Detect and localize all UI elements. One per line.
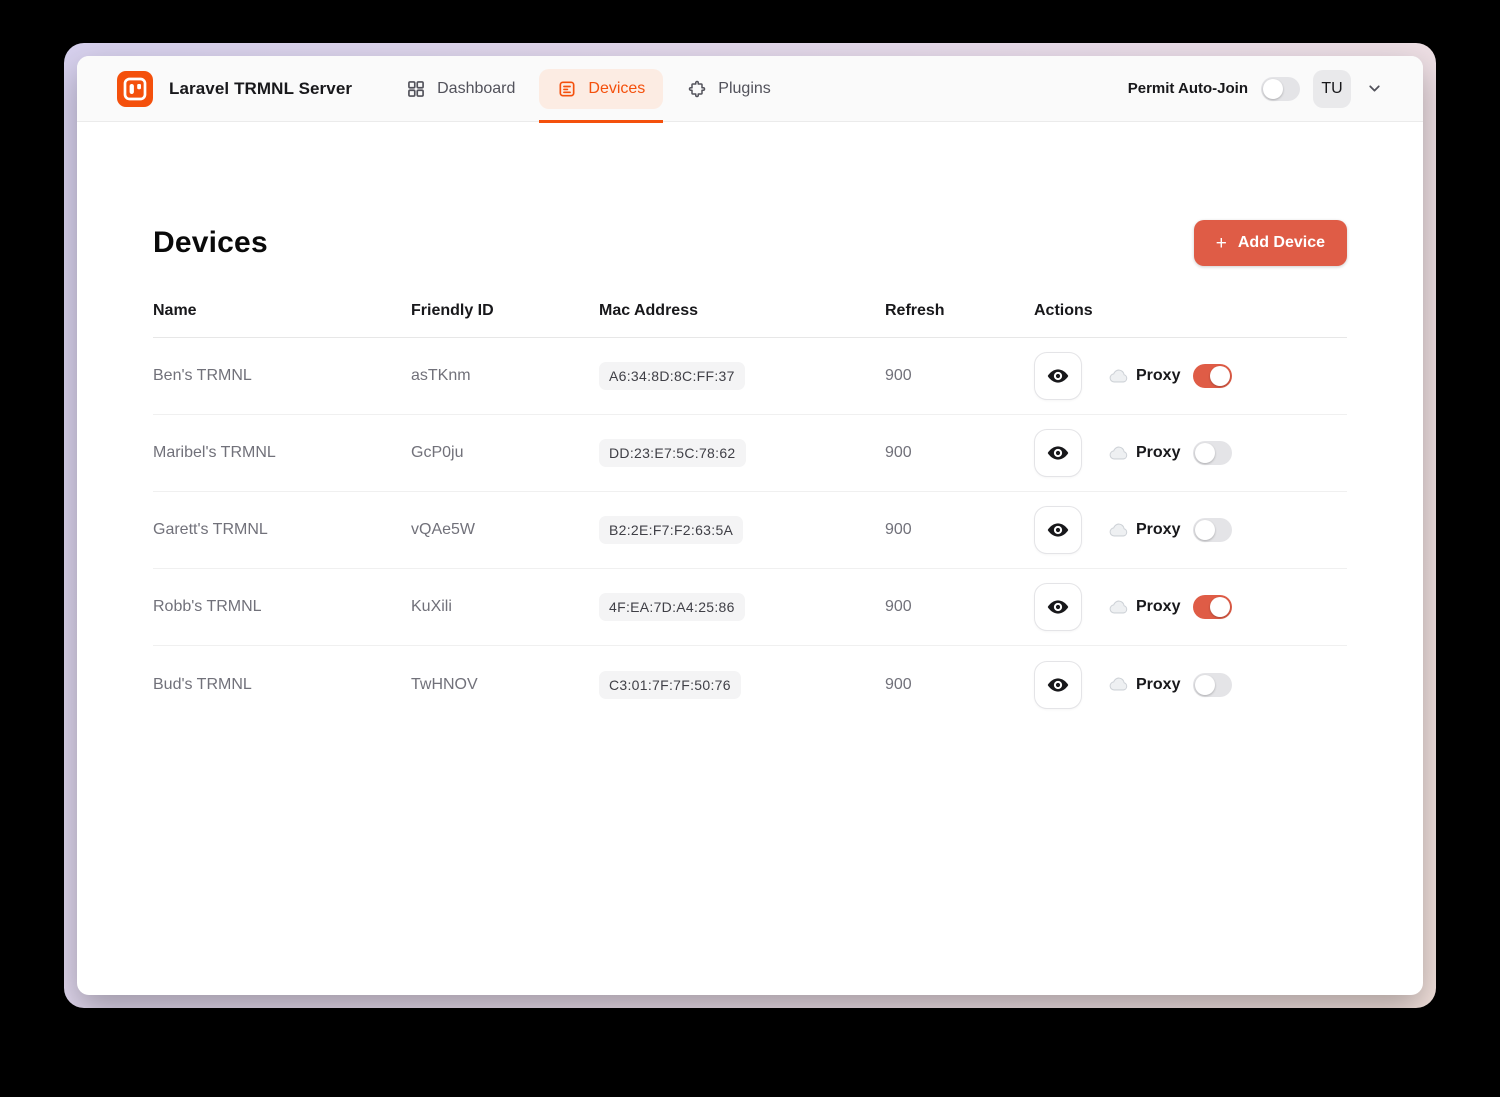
cloud-icon xyxy=(1108,443,1129,464)
cloud-icon xyxy=(1108,520,1129,541)
view-device-button[interactable] xyxy=(1034,429,1082,477)
device-friendly-id: GcP0ju xyxy=(411,444,599,462)
plugins-puzzle-icon xyxy=(687,79,707,99)
permit-auto-join-toggle[interactable] xyxy=(1261,77,1300,101)
cloud-icon xyxy=(1108,597,1129,618)
page-header: Devices + Add Device xyxy=(153,220,1347,266)
device-refresh: 900 xyxy=(885,367,1034,385)
proxy-toggle[interactable] xyxy=(1193,595,1232,619)
mac-address-badge: 4F:EA:7D:A4:25:86 xyxy=(599,593,745,621)
proxy-label: Proxy xyxy=(1136,444,1180,462)
eye-icon xyxy=(1047,442,1069,464)
devices-list-icon xyxy=(557,79,577,99)
device-name: Robb's TRMNL xyxy=(153,598,411,616)
tab-dashboard[interactable]: Dashboard xyxy=(388,56,533,122)
eye-icon xyxy=(1047,365,1069,387)
col-header-friendly-id: Friendly ID xyxy=(411,302,599,320)
tab-dashboard-label: Dashboard xyxy=(437,80,515,98)
top-right-cluster: Permit Auto-Join TU xyxy=(1128,70,1383,108)
mac-address-badge: DD:23:E7:5C:78:62 xyxy=(599,439,746,467)
cloud-icon xyxy=(1108,674,1129,695)
tab-devices-label: Devices xyxy=(588,80,645,98)
view-device-button[interactable] xyxy=(1034,583,1082,631)
device-refresh: 900 xyxy=(885,676,1034,694)
permit-auto-join-label: Permit Auto-Join xyxy=(1128,80,1248,97)
devices-table: Name Friendly ID Mac Address Refresh Act… xyxy=(153,302,1347,723)
proxy-toggle[interactable] xyxy=(1193,518,1232,542)
device-refresh: 900 xyxy=(885,521,1034,539)
eye-icon xyxy=(1047,519,1069,541)
main-nav: Dashboard Devices xyxy=(388,56,789,122)
main-content: Devices + Add Device Name Friendly ID Ma… xyxy=(77,122,1423,995)
device-name: Ben's TRMNL xyxy=(153,367,411,385)
table-header-row: Name Friendly ID Mac Address Refresh Act… xyxy=(153,302,1347,338)
user-avatar[interactable]: TU xyxy=(1313,70,1351,108)
proxy-toggle[interactable] xyxy=(1193,364,1232,388)
col-header-refresh: Refresh xyxy=(885,302,1034,320)
tab-plugins[interactable]: Plugins xyxy=(669,56,788,122)
brand: Laravel TRMNL Server xyxy=(117,71,352,107)
device-refresh: 900 xyxy=(885,598,1034,616)
mac-address-badge: C3:01:7F:7F:50:76 xyxy=(599,671,741,699)
add-device-label: Add Device xyxy=(1238,234,1325,252)
device-friendly-id: TwHNOV xyxy=(411,676,599,694)
table-row: Ben's TRMNL asTKnm A6:34:8D:8C:FF:37 900… xyxy=(153,338,1347,415)
view-device-button[interactable] xyxy=(1034,661,1082,709)
proxy-label: Proxy xyxy=(1136,598,1180,616)
page-title: Devices xyxy=(153,226,268,260)
window-frame: Laravel TRMNL Server Dashboard xyxy=(64,43,1436,1008)
top-bar: Laravel TRMNL Server Dashboard xyxy=(77,56,1423,122)
proxy-label: Proxy xyxy=(1136,676,1180,694)
mac-address-badge: A6:34:8D:8C:FF:37 xyxy=(599,362,745,390)
app-window: Laravel TRMNL Server Dashboard xyxy=(77,56,1423,995)
user-menu-chevron[interactable] xyxy=(1366,80,1383,97)
proxy-label: Proxy xyxy=(1136,367,1180,385)
add-device-button[interactable]: + Add Device xyxy=(1194,220,1347,266)
mac-address-badge: B2:2E:F7:F2:63:5A xyxy=(599,516,743,544)
proxy-label: Proxy xyxy=(1136,521,1180,539)
device-name: Maribel's TRMNL xyxy=(153,444,411,462)
trmnl-logo-icon xyxy=(117,71,153,107)
col-header-mac-address: Mac Address xyxy=(599,302,885,320)
tab-devices[interactable]: Devices xyxy=(539,56,663,122)
device-name: Garett's TRMNL xyxy=(153,521,411,539)
view-device-button[interactable] xyxy=(1034,506,1082,554)
proxy-toggle[interactable] xyxy=(1193,441,1232,465)
device-friendly-id: KuXili xyxy=(411,598,599,616)
col-header-name: Name xyxy=(153,302,411,320)
proxy-toggle[interactable] xyxy=(1193,673,1232,697)
device-refresh: 900 xyxy=(885,444,1034,462)
col-header-actions: Actions xyxy=(1034,302,1347,320)
view-device-button[interactable] xyxy=(1034,352,1082,400)
app-title: Laravel TRMNL Server xyxy=(169,79,352,99)
eye-icon xyxy=(1047,674,1069,696)
device-name: Bud's TRMNL xyxy=(153,676,411,694)
table-body: Ben's TRMNL asTKnm A6:34:8D:8C:FF:37 900… xyxy=(153,338,1347,723)
cloud-icon xyxy=(1108,366,1129,387)
table-row: Garett's TRMNL vQAe5W B2:2E:F7:F2:63:5A … xyxy=(153,492,1347,569)
tab-plugins-label: Plugins xyxy=(718,80,770,98)
dashboard-grid-icon xyxy=(406,79,426,99)
table-row: Maribel's TRMNL GcP0ju DD:23:E7:5C:78:62… xyxy=(153,415,1347,492)
device-friendly-id: vQAe5W xyxy=(411,521,599,539)
device-friendly-id: asTKnm xyxy=(411,367,599,385)
table-row: Robb's TRMNL KuXili 4F:EA:7D:A4:25:86 90… xyxy=(153,569,1347,646)
plus-icon: + xyxy=(1216,234,1227,253)
chevron-down-icon xyxy=(1366,80,1383,97)
eye-icon xyxy=(1047,596,1069,618)
table-row: Bud's TRMNL TwHNOV C3:01:7F:7F:50:76 900… xyxy=(153,646,1347,723)
